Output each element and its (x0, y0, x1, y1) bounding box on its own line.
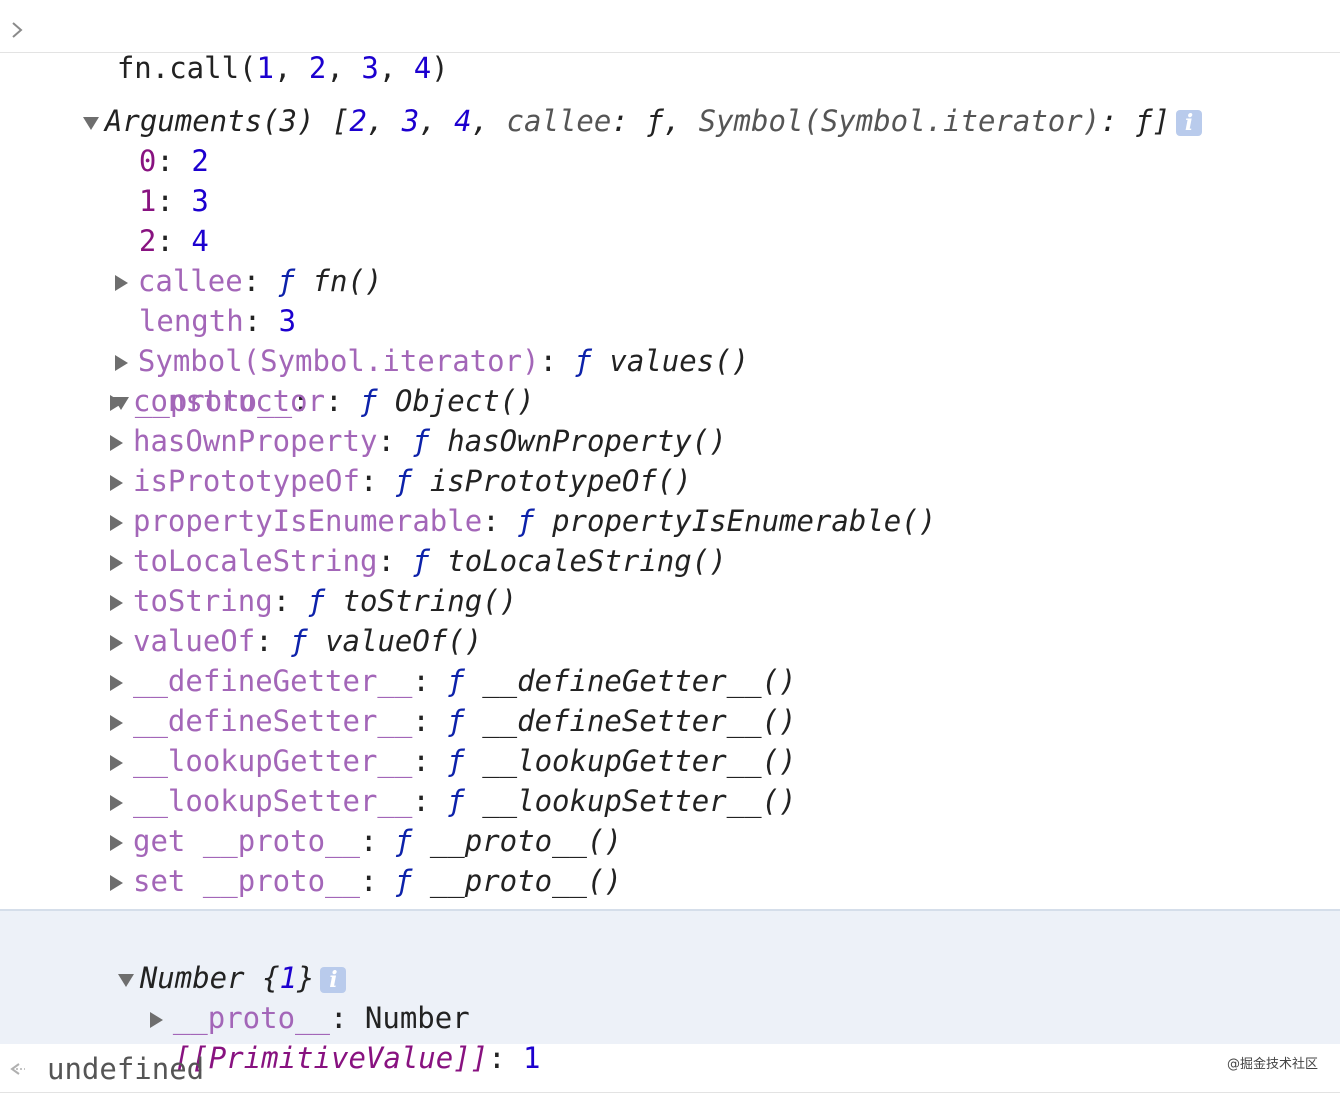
proto-item-row[interactable]: __lookupSetter__: ƒ __lookupSetter__() (110, 781, 797, 821)
separator (0, 1092, 1340, 1093)
proto-item-row[interactable]: set __proto__: ƒ __proto__() (110, 861, 622, 901)
result-arrow-icon (10, 1063, 25, 1075)
proto-item-row[interactable]: __defineSetter__: ƒ __defineSetter__() (110, 701, 797, 741)
info-icon[interactable]: i (1176, 110, 1203, 136)
expand-triangle-right-icon[interactable] (110, 675, 123, 691)
property-row-length: length: 3 (138, 304, 297, 338)
expand-triangle-right-icon[interactable] (110, 555, 123, 571)
proto-item-row[interactable]: isPrototypeOf: ƒ isPrototypeOf() (110, 461, 692, 501)
expand-triangle-right-icon[interactable] (110, 755, 123, 771)
console-result-row: undefined @掘金技术社区 (0, 1044, 1340, 1092)
expand-triangle-right-icon[interactable] (110, 435, 123, 451)
watermark: @掘金技术社区 (1226, 1057, 1318, 1072)
expand-triangle-right-icon[interactable] (110, 635, 123, 651)
expand-triangle-down-icon[interactable] (82, 116, 99, 130)
property-row-primitive: [[PrimitiveValue]]: 1 (173, 1041, 541, 1075)
proto-item-row[interactable]: __lookupGetter__: ƒ __lookupGetter__() (110, 741, 797, 781)
expand-triangle-right-icon[interactable] (110, 715, 123, 731)
prompt-chevron-icon (12, 22, 23, 38)
property-row-number-proto[interactable]: __proto__: Number (80, 958, 470, 1035)
property-row-proto[interactable]: __proto__: (78, 341, 310, 418)
proto-item-row[interactable]: hasOwnProperty: ƒ hasOwnProperty() (110, 421, 727, 461)
expand-triangle-right-icon[interactable] (110, 475, 123, 491)
arguments-summary[interactable]: Arguments(3) [2, 3, 4, callee: ƒ, Symbol… (48, 61, 1203, 138)
expand-triangle-right-icon[interactable] (110, 875, 123, 891)
expand-triangle-right-icon[interactable] (110, 515, 123, 531)
proto-item-row[interactable]: valueOf: ƒ valueOf() (110, 621, 482, 661)
proto-item-row[interactable]: toString: ƒ toString() (110, 581, 517, 621)
proto-item-row[interactable]: toLocaleString: ƒ toLocaleString() (110, 541, 727, 581)
expand-triangle-right-icon[interactable] (110, 395, 123, 411)
number-summary[interactable]: Number {1} i (48, 918, 347, 995)
separator (0, 52, 1340, 53)
console-input-row: fn.call(1, 2, 3, 4) (0, 0, 1340, 85)
property-row-iterator[interactable]: Symbol(Symbol.iterator): ƒ values() (80, 301, 749, 378)
expand-triangle-right-icon[interactable] (110, 595, 123, 611)
property-row: 1: 3 (138, 184, 209, 218)
proto-item-row[interactable]: constructor: ƒ Object() (110, 381, 535, 421)
number-object-panel: Number {1} i __proto__: Number [[Primitiv… (0, 909, 1340, 1075)
proto-item-row[interactable]: get __proto__: ƒ __proto__() (110, 821, 622, 861)
property-row: 2: 4 (138, 224, 209, 258)
proto-item-row[interactable]: __defineGetter__: ƒ __defineGetter__() (110, 661, 797, 701)
expand-triangle-right-icon[interactable] (110, 835, 123, 851)
property-row-callee[interactable]: callee: ƒ fn() (80, 221, 382, 298)
proto-item-row[interactable]: propertyIsEnumerable: ƒ propertyIsEnumer… (110, 501, 936, 541)
result-text: undefined (47, 1052, 205, 1086)
command-text[interactable]: fn.call(1, 2, 3, 4) (47, 8, 449, 85)
property-row: 0: 2 (138, 144, 209, 178)
expand-triangle-right-icon[interactable] (110, 795, 123, 811)
